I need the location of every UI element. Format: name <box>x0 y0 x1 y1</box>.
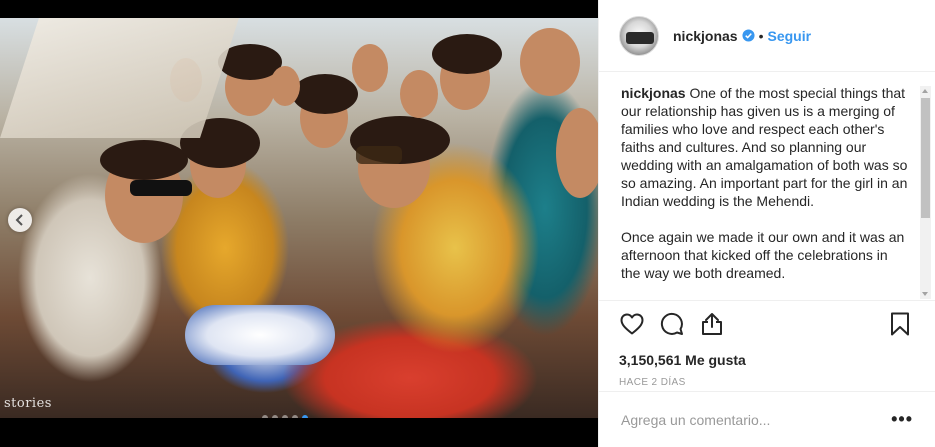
carousel-dot <box>262 415 268 418</box>
comment-input[interactable] <box>621 411 892 428</box>
photo-watermark: stories <box>4 396 52 411</box>
scrollbar-thumb[interactable] <box>921 98 930 218</box>
chevron-left-icon <box>15 214 23 226</box>
action-icon-row <box>619 309 919 339</box>
caption-username[interactable]: nickjonas <box>621 85 686 101</box>
save-button[interactable] <box>887 311 913 337</box>
more-options-button[interactable]: ••• <box>891 409 913 430</box>
header-separator: • <box>758 27 764 44</box>
carousel-dot <box>282 415 288 418</box>
bookmark-icon <box>891 312 909 336</box>
verified-badge-icon <box>742 29 755 42</box>
comment-button[interactable] <box>659 311 685 337</box>
share-button[interactable] <box>699 311 725 337</box>
like-button[interactable] <box>619 311 645 337</box>
username-link[interactable]: nickjonas <box>673 28 738 44</box>
post-panel: nickjonas • Seguir nickjonas One of the … <box>598 0 935 447</box>
previous-photo-button[interactable] <box>8 208 32 232</box>
avatar[interactable] <box>619 15 659 56</box>
share-icon <box>702 313 722 335</box>
follow-button[interactable]: Seguir <box>768 28 812 44</box>
comment-bar: ••• <box>599 391 935 447</box>
post-header: nickjonas • Seguir <box>599 0 935 72</box>
carousel-indicator <box>262 415 308 418</box>
caption-scrollbar[interactable] <box>920 86 931 299</box>
scroll-up-arrow-icon[interactable] <box>922 89 928 93</box>
caption-area: nickjonas One of the most special things… <box>599 72 935 300</box>
heart-icon <box>620 313 644 335</box>
caption: nickjonas One of the most special things… <box>621 84 911 282</box>
carousel-dot-active <box>302 415 308 418</box>
post-photo[interactable]: stories <box>0 18 598 418</box>
comment-icon <box>660 312 683 335</box>
post-timestamp[interactable]: HACE 2 DÍAS <box>619 377 919 388</box>
carousel-dot <box>292 415 298 418</box>
scroll-down-arrow-icon[interactable] <box>922 292 928 296</box>
post-actions: 3,150,561 Me gusta HACE 2 DÍAS <box>599 300 935 388</box>
caption-text: One of the most special things that our … <box>621 85 908 281</box>
likes-count[interactable]: 3,150,561 Me gusta <box>619 352 919 368</box>
post-photo-area: stories <box>0 0 598 447</box>
carousel-dot <box>272 415 278 418</box>
